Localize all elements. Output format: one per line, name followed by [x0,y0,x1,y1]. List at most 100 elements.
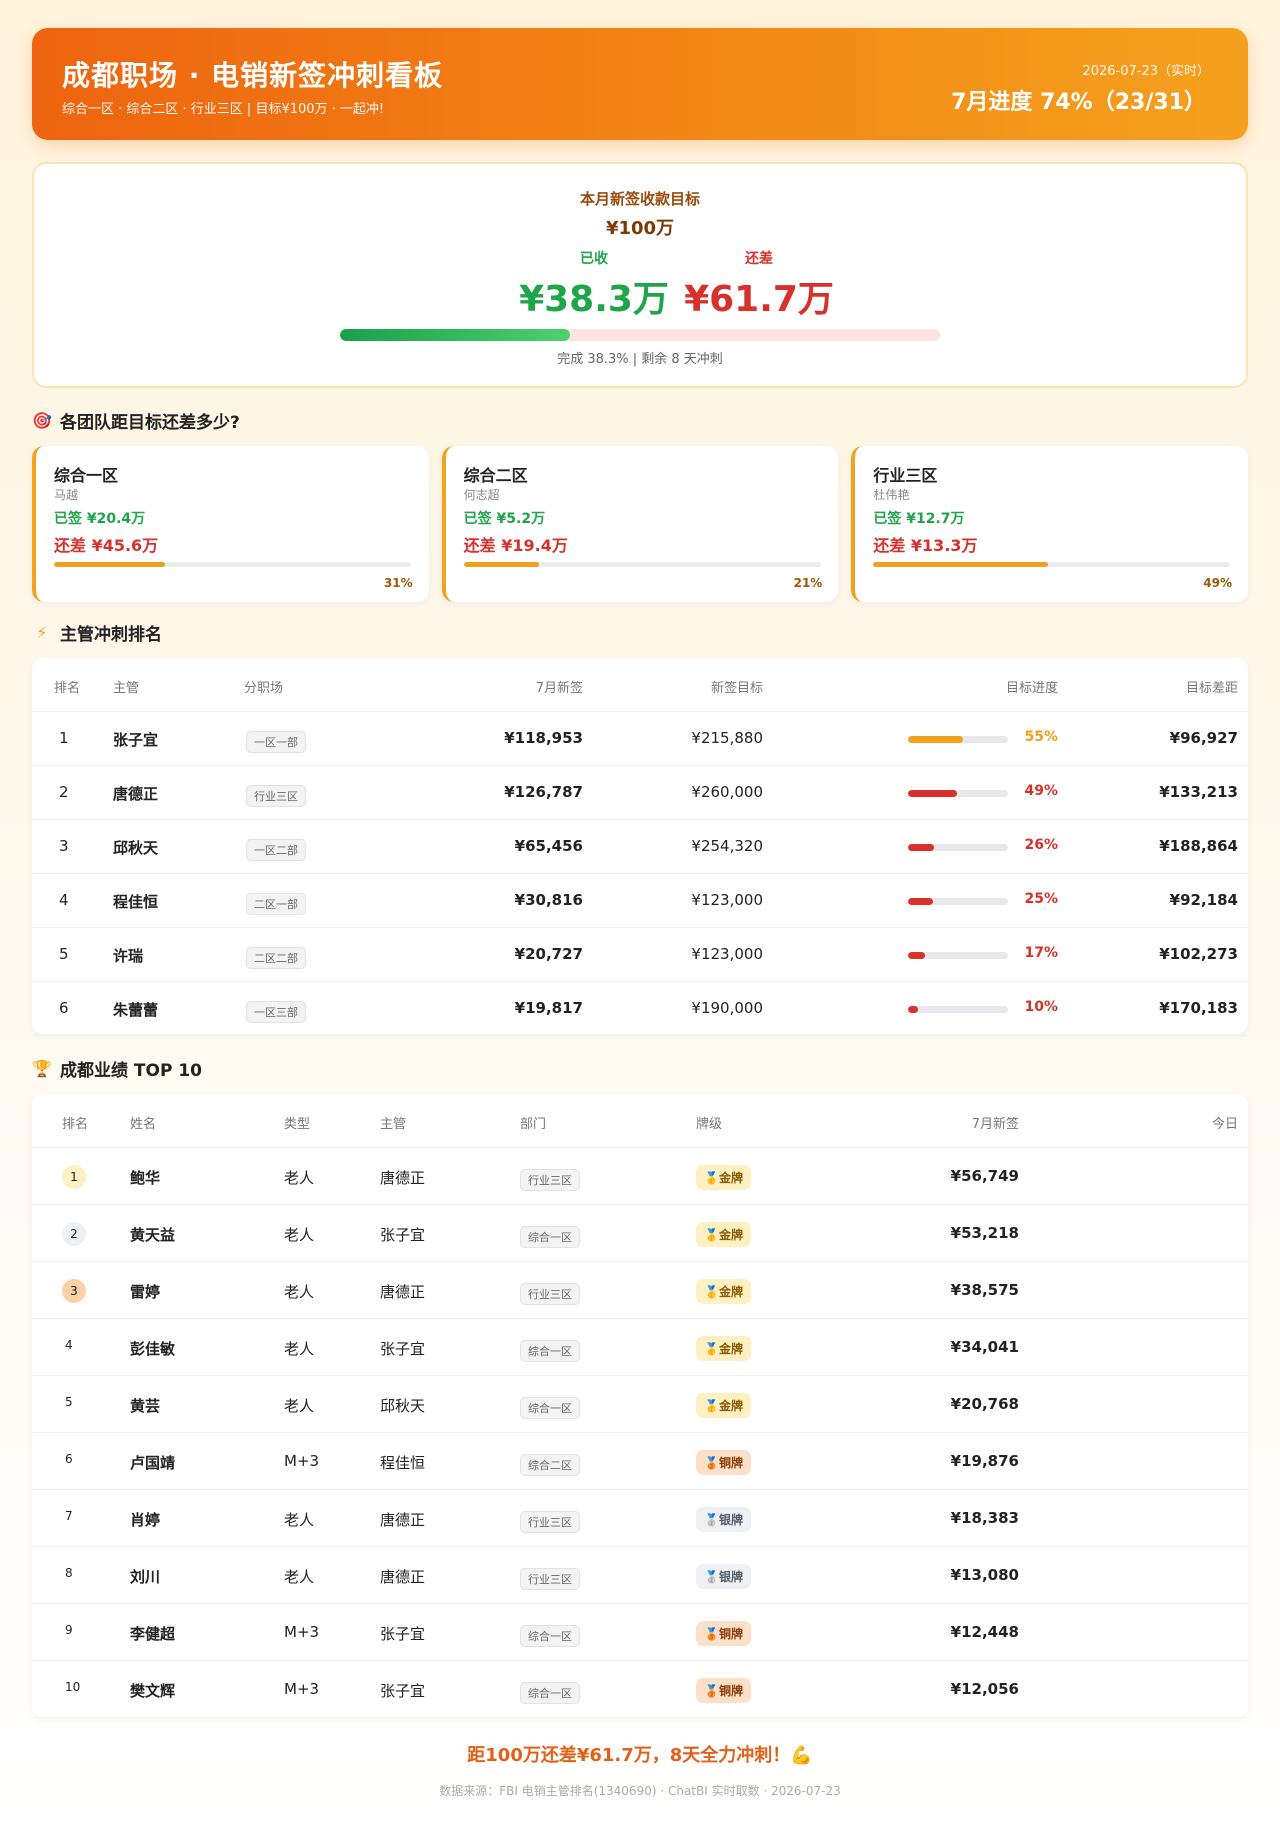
rank: 1 [59,729,69,747]
footer-slogan: 距100万还差¥61.7万，8天全力冲刺！💪 [467,1745,813,1766]
person-name: 彭佳敏 [130,1340,176,1358]
person-manager: 程佳恒 [380,1454,426,1472]
gap-amount: ¥170,183 [1159,999,1238,1017]
dept-tag: 综合一区 [520,1340,580,1362]
dept-tag: 行业三区 [520,1283,580,1305]
branch-tag: 行业三区 [246,785,306,807]
team-progress-bar [463,562,821,567]
signed-amount: ¥65,456 [514,837,583,855]
branch-tag: 一区二部 [246,839,306,861]
progress-fill [908,1006,918,1013]
goal-note: 完成 38.3% | 剩余 8 天冲刺 [557,352,723,367]
progress-bar [908,790,1008,797]
signed-amount: ¥13,080 [950,1566,1019,1584]
person-type: M+3 [284,1680,320,1698]
team-card: 行业三区 杜伟艳 已签 ¥12.7万 还差 ¥13.3万 49% [851,446,1249,602]
goal-total: ¥100万 [605,218,675,239]
progress-percent: 25% [1024,891,1058,907]
medal-badge: 🥉铜牌 [696,1678,751,1703]
dept-tag: 综合一区 [520,1397,580,1419]
progress-fill [908,736,963,743]
month-progress: 7月进度 74%（23/31） [951,90,1206,115]
rank: 3 [59,837,69,855]
table-row: 9 李健超 M+3 张子宜 综合一区 🥉铜牌 ¥12,448 [32,1604,1248,1661]
dept-tag: 综合一区 [520,1682,580,1704]
manager-name: 程佳恒 [113,893,159,911]
rank: 6 [65,1452,73,1466]
signed-amount: ¥20,727 [514,945,583,963]
team-card: 综合二区 何志超 已签 ¥5.2万 还差 ¥19.4万 21% [441,446,839,602]
team-progress-percent: 49% [1203,576,1233,590]
dept-tag: 综合一区 [520,1226,580,1248]
header-dept: 部门 [520,1117,547,1132]
medal-badge: 🥈银牌 [696,1564,751,1589]
lightning-icon: ⚡ [36,622,48,642]
report-date: 2026-07-23（实时） [1082,64,1210,79]
progress-bar [908,1006,1008,1013]
signed-amount: ¥126,787 [504,783,583,801]
managers-section-title: ⚡ 主管冲刺排名 [32,620,1248,645]
branch-tag: 二区二部 [246,947,306,969]
rank: 9 [65,1623,73,1637]
team-name: 行业三区 [873,466,938,485]
progress-percent: 49% [1024,783,1058,799]
gap-amount: ¥96,927 [1169,729,1238,747]
goal-progress-bar [340,329,940,341]
signed-amount: ¥34,041 [950,1338,1019,1356]
goal-left: 还差 ¥61.7万 [659,248,859,322]
gap-amount: ¥188,864 [1159,837,1238,855]
person-type: 老人 [284,1283,315,1301]
header-branch: 分职场 [244,681,284,696]
person-type: 老人 [284,1511,315,1529]
person-manager: 张子宜 [380,1226,426,1244]
dept-tag: 综合二区 [520,1454,580,1476]
person-manager: 唐德正 [380,1568,426,1586]
target-amount: ¥190,000 [691,999,763,1017]
rank: 4 [65,1338,73,1352]
table-row: 4 程佳恒 二区一部 ¥30,816 ¥123,000 25% ¥92,184 [32,874,1248,928]
rank: 5 [59,945,69,963]
medal-badge: 🥇金牌 [696,1165,751,1190]
rank: 7 [65,1509,73,1523]
header-name: 姓名 [130,1117,157,1132]
team-name: 综合二区 [463,466,528,485]
person-manager: 唐德正 [380,1511,426,1529]
medal-badge: 🥉铜牌 [696,1450,751,1475]
person-name: 李健超 [130,1625,176,1643]
person-type: 老人 [284,1340,315,1358]
rank: 8 [65,1566,73,1580]
person-name: 刘川 [130,1568,161,1586]
header-banner: 成都职场 · 电销新签冲刺看板 综合一区 · 综合二区 · 行业三区 | 目标¥… [32,28,1248,140]
rank: 5 [65,1395,73,1409]
header-signed: 7月新签 [971,1117,1019,1132]
team-manager: 何志超 [463,488,500,502]
table-row: 10 樊文辉 M+3 张子宜 综合一区 🥉铜牌 ¥12,056 [32,1661,1248,1718]
team-progress-fill [463,562,539,567]
signed-amount: ¥19,817 [514,999,583,1017]
team-progress-fill [873,562,1049,567]
header-today: 今日 [1211,1117,1238,1132]
target-amount: ¥123,000 [691,945,763,963]
team-name: 综合一区 [54,466,119,485]
top-section-label: 成都业绩 TOP 10 [60,1060,203,1081]
team-card: 综合一区 马越 已签 ¥20.4万 还差 ¥45.6万 31% [32,446,429,602]
signed-amount: ¥12,448 [950,1623,1019,1641]
table-row: 6 卢国靖 M+3 程佳恒 综合二区 🥉铜牌 ¥19,876 [32,1433,1248,1490]
medal-badge: 🥇金牌 [696,1279,751,1304]
rank: 2 [59,783,69,801]
progress-fill [908,844,934,851]
branch-tag: 一区三部 [246,1001,306,1023]
person-manager: 唐德正 [380,1283,426,1301]
dept-tag: 行业三区 [520,1169,580,1191]
team-progress-fill [54,562,165,567]
table-row: 1 张子宜 一区一部 ¥118,953 ¥215,880 55% ¥96,927 [32,712,1248,766]
team-progress-bar [873,562,1231,567]
gap-amount: ¥92,184 [1169,891,1238,909]
rank: 3 [62,1279,86,1303]
person-name: 黄天益 [130,1226,176,1244]
team-manager: 杜伟艳 [873,488,910,502]
target-icon: 🎯 [32,410,52,430]
medal-badge: 🥇金牌 [696,1222,751,1247]
team-signed: 已签 ¥5.2万 [463,511,546,527]
dept-tag: 综合一区 [520,1625,580,1647]
